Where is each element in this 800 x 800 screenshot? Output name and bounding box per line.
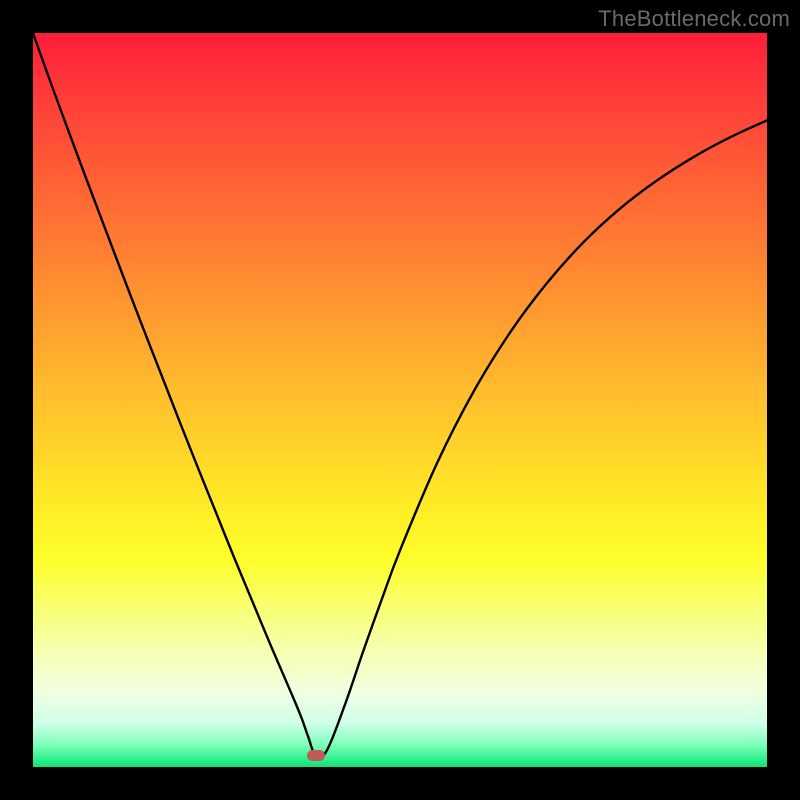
watermark: TheBottleneck.com — [598, 6, 790, 32]
chart-frame: TheBottleneck.com — [0, 0, 800, 800]
plot-area — [33, 33, 767, 767]
optimal-point-marker — [307, 750, 325, 761]
bottleneck-curve — [33, 33, 767, 767]
